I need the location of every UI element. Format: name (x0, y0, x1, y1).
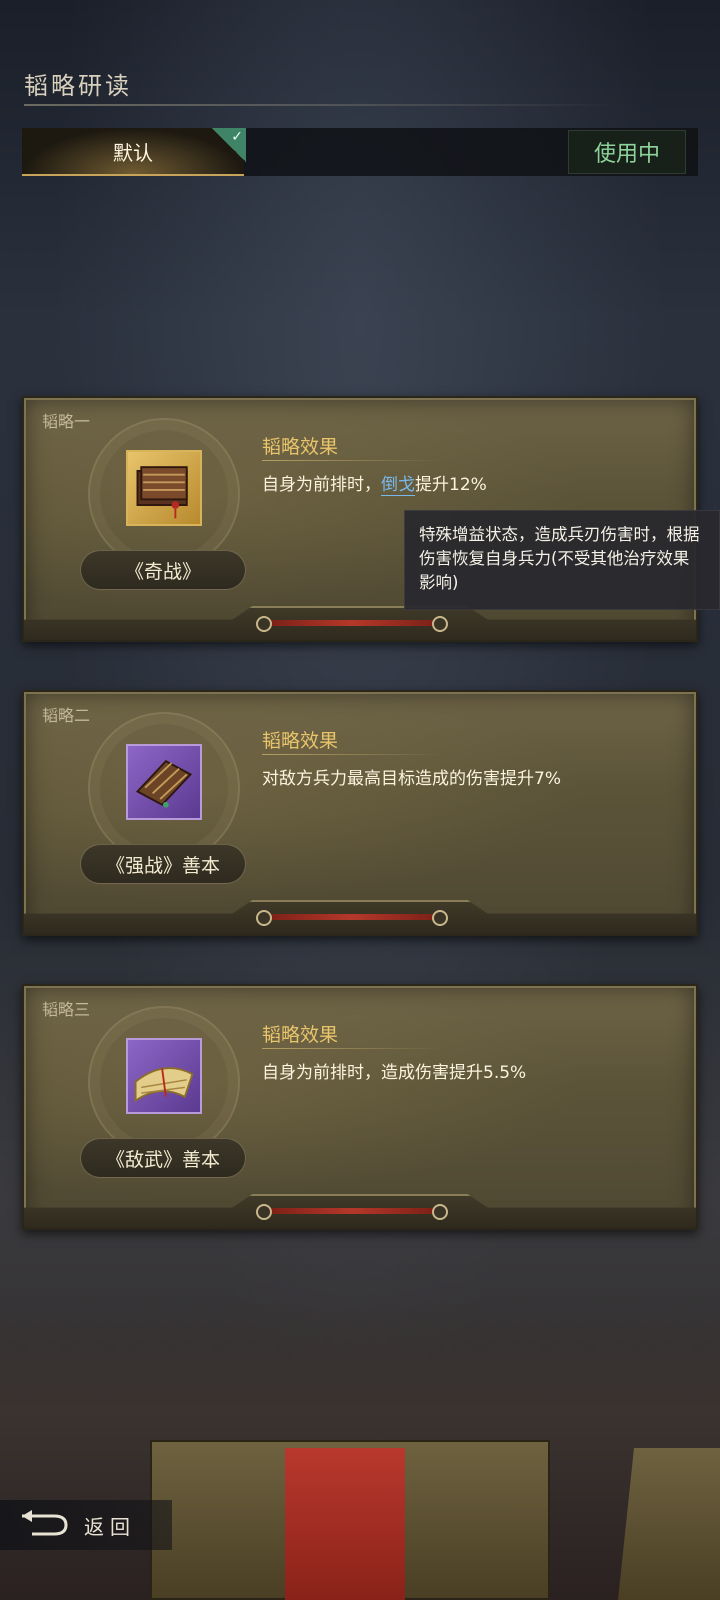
card-tag: 韬略一 (42, 412, 91, 431)
card-footer-bar (256, 910, 448, 926)
effect-text: 自身为前排时，倒戈提升12% (262, 470, 487, 496)
book-icon[interactable] (126, 1038, 202, 1114)
card-footer-bar (256, 1204, 448, 1220)
checkmark-icon: ✓ (212, 128, 246, 162)
title-underline (24, 104, 624, 106)
effect-title-rule (262, 754, 442, 755)
book-name-plate[interactable]: 《奇战》 (80, 550, 246, 590)
effect-text: 对敌方兵力最高目标造成的伤害提升7% (262, 769, 561, 789)
page-title: 韬略研读 (24, 72, 132, 100)
effect-title: 韬略效果 (262, 1024, 339, 1046)
effect-text-prefix: 自身为前排时， (262, 475, 381, 495)
effect-text-suffix: 提升12% (415, 475, 487, 495)
card-footer-bar (256, 616, 448, 632)
in-use-button[interactable]: 使用中 (568, 130, 686, 174)
book-icon[interactable] (126, 450, 202, 526)
card-tag: 韬略二 (42, 706, 91, 725)
card-tag: 韬略三 (42, 1000, 91, 1019)
book-name-plate[interactable]: 《强战》善本 (80, 844, 246, 884)
back-label: 返回 (84, 1514, 136, 1539)
strategy-card-2: 韬略二 《强战》善本 韬略效果 对敌方兵力最高目标造成的伤害提升7% (22, 690, 698, 936)
red-seal-cover (285, 1448, 405, 1600)
tab-default-label: 默认 (113, 140, 153, 165)
book-icon[interactable] (126, 744, 202, 820)
strategy-card-3: 韬略三 《敌武》善本 韬略效果 自身为前排时，造成伤害提升5.5% (22, 984, 698, 1230)
effect-title-rule (262, 460, 442, 461)
keyword-tooltip: 特殊增益状态，造成兵刃伤害时，根据伤害恢复自身兵力(不受其他治疗效果影响) (404, 510, 720, 610)
back-arrow-icon (22, 1510, 68, 1536)
decorative-book-side (618, 1448, 720, 1600)
effect-title-rule (262, 1048, 442, 1049)
effect-title: 韬略效果 (262, 730, 339, 752)
preset-tab-bar: 默认 ✓ 使用中 (22, 128, 698, 176)
effect-keyword-link[interactable]: 倒戈 (381, 475, 415, 496)
back-button[interactable]: 返回 (0, 1500, 172, 1550)
tab-default[interactable]: 默认 ✓ (22, 128, 246, 176)
effect-title: 韬略效果 (262, 436, 339, 458)
book-name-plate[interactable]: 《敌武》善本 (80, 1138, 246, 1178)
effect-text: 自身为前排时，造成伤害提升5.5% (262, 1063, 527, 1083)
